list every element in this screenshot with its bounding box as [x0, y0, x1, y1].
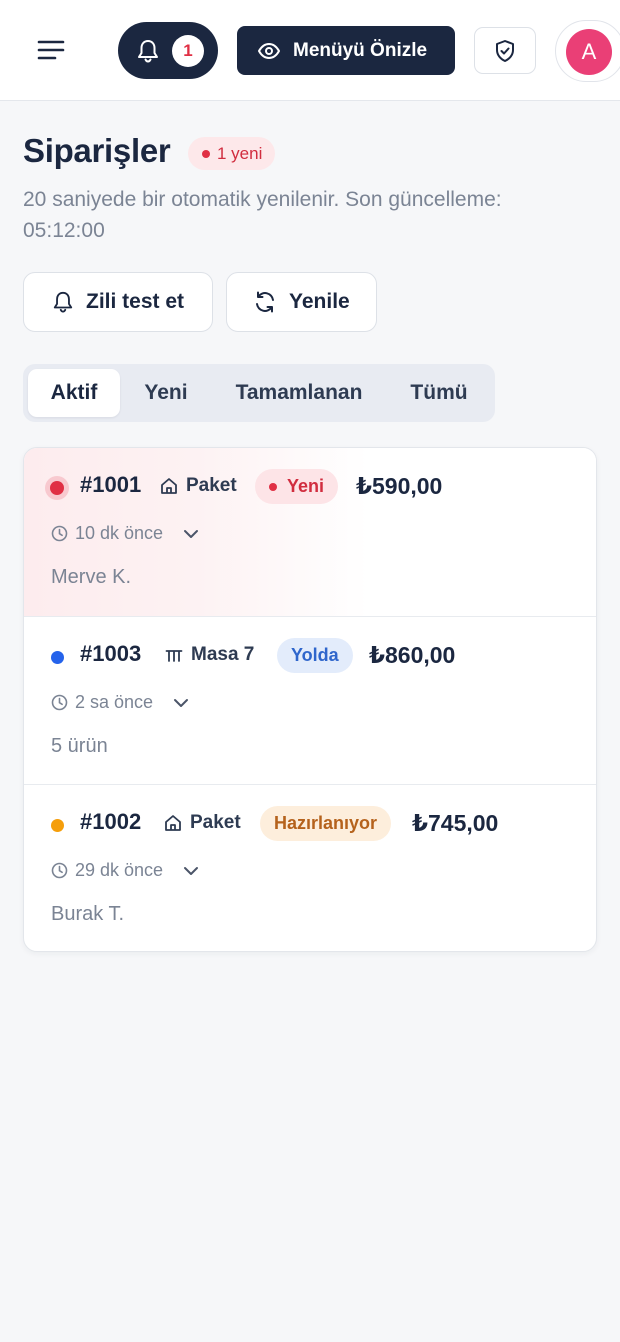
- order-total: ₺745,00: [412, 810, 499, 836]
- order-number: #1001: [80, 472, 142, 497]
- preview-menu-button[interactable]: Menüyü Önizle: [237, 26, 455, 75]
- order-row[interactable]: #1003 Masa 7 Yolda ₺860,00 2 sa önce 5 ü…: [24, 616, 596, 784]
- order-filter-tabs: Aktif Yeni Tamamlanan Tümü: [23, 364, 495, 422]
- refresh-info-text: 20 saniyede bir otomatik yenilenir. Son …: [23, 188, 502, 242]
- chevron-down-icon: [173, 698, 189, 708]
- order-type: Masa 7: [165, 644, 254, 666]
- order-detail: 5 ürün: [51, 735, 108, 757]
- table-icon: [165, 646, 183, 664]
- status-dot-icon: [50, 481, 64, 495]
- test-bell-button[interactable]: Zili test et: [23, 272, 213, 332]
- security-button[interactable]: [474, 27, 536, 74]
- status-dot-icon: [51, 651, 64, 664]
- refresh-button[interactable]: Yenile: [226, 272, 377, 332]
- order-number: #1002: [80, 809, 142, 834]
- order-total: ₺860,00: [369, 642, 456, 668]
- order-type-label: Paket: [190, 812, 241, 833]
- order-time-toggle[interactable]: 10 dk önce: [51, 523, 199, 544]
- notification-count-badge: 1: [172, 34, 204, 67]
- menu-button[interactable]: [36, 36, 66, 64]
- order-time-toggle[interactable]: 29 dk önce: [51, 860, 199, 881]
- shield-check-icon: [494, 39, 516, 63]
- order-type-label: Paket: [186, 475, 237, 496]
- order-row[interactable]: #1001 Paket Yeni ₺590,00 10 dk önce Merv…: [24, 448, 596, 616]
- order-type: Paket: [164, 812, 241, 834]
- clock-icon: [51, 525, 68, 542]
- user-menu-button[interactable]: A: [555, 20, 620, 82]
- new-orders-badge-label: 1 yeni: [217, 143, 263, 163]
- order-time: 10 dk önce: [75, 523, 164, 543]
- order-time-toggle[interactable]: 2 sa önce: [51, 692, 189, 713]
- chevron-down-icon: [183, 866, 199, 876]
- status-dot-icon: [269, 482, 277, 491]
- tab-active[interactable]: Aktif: [28, 369, 120, 417]
- refresh-label: Yenile: [289, 290, 350, 313]
- order-time: 2 sa önce: [75, 692, 154, 712]
- order-row[interactable]: #1002 Paket Hazırlanıyor ₺745,00 29 dk ö…: [24, 784, 596, 951]
- avatar: A: [566, 29, 612, 75]
- notifications-button[interactable]: 1: [118, 22, 218, 79]
- clock-icon: [51, 694, 68, 711]
- order-type-label: Masa 7: [191, 644, 255, 665]
- status-badge: Hazırlanıyor: [260, 806, 392, 841]
- home-icon: [164, 814, 182, 832]
- bell-icon: [136, 38, 160, 64]
- order-detail: Burak T.: [51, 903, 124, 925]
- hamburger-menu-icon: [36, 36, 66, 64]
- tab-all[interactable]: Tümü: [389, 369, 489, 417]
- chevron-down-icon: [183, 529, 199, 539]
- new-orders-badge: 1 yeni: [188, 137, 276, 170]
- eye-icon: [257, 39, 281, 63]
- order-type: Paket: [160, 475, 237, 497]
- clock-icon: [51, 862, 68, 879]
- refresh-icon: [227, 290, 277, 314]
- page-title: Siparişler: [23, 132, 171, 169]
- test-bell-label: Zili test et: [86, 290, 185, 313]
- orders-list: #1001 Paket Yeni ₺590,00 10 dk önce Merv…: [23, 447, 597, 952]
- tab-new[interactable]: Yeni: [123, 369, 209, 417]
- preview-menu-label: Menüyü Önizle: [293, 39, 428, 61]
- bell-icon: [24, 290, 74, 314]
- order-number: #1003: [80, 641, 142, 666]
- order-time: 29 dk önce: [75, 860, 164, 880]
- status-badge: Yeni: [255, 469, 339, 504]
- tab-completed[interactable]: Tamamlanan: [215, 369, 383, 417]
- home-icon: [160, 477, 178, 495]
- top-bar: 1 Menüyü Önizle A: [0, 0, 620, 101]
- status-badge: Yolda: [277, 638, 353, 673]
- status-dot-icon: [202, 149, 210, 158]
- order-total: ₺590,00: [356, 473, 443, 499]
- status-dot-icon: [51, 819, 64, 832]
- status-badge-label: Yeni: [287, 476, 325, 496]
- order-detail: Merve K.: [51, 566, 132, 588]
